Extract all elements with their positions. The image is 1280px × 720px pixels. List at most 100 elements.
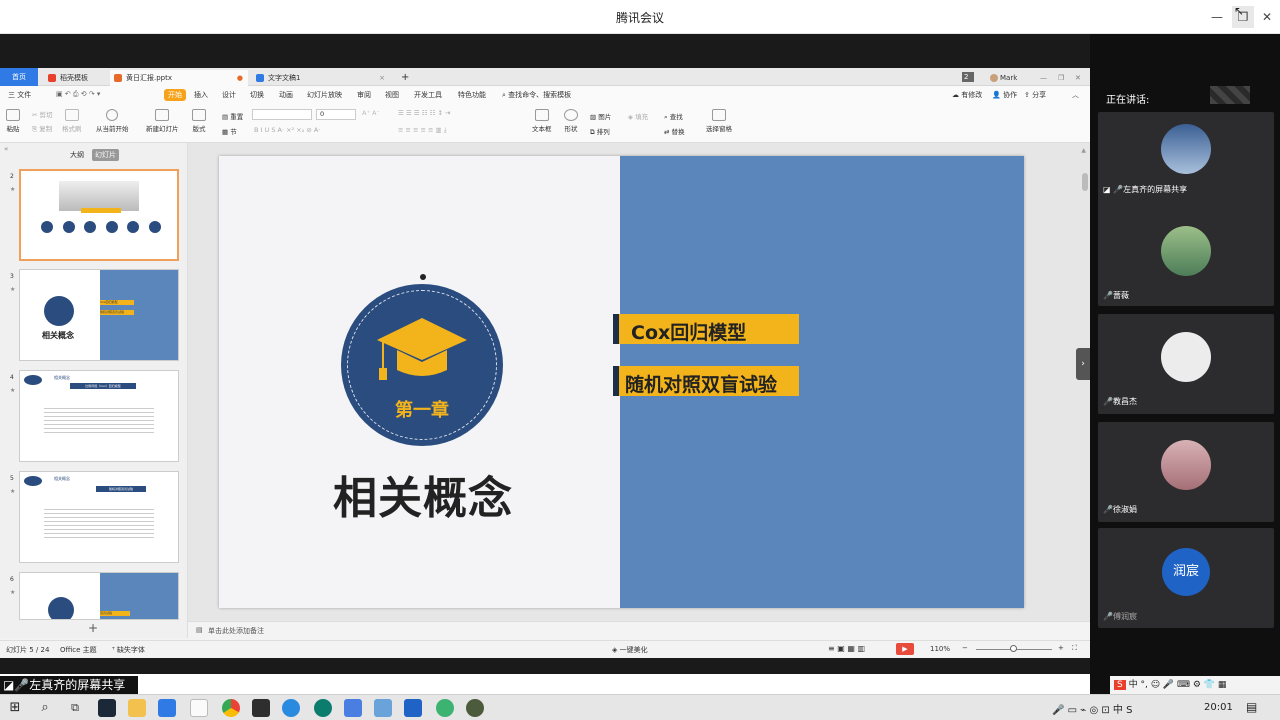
zoom-out-icon[interactable]: − <box>962 644 968 652</box>
fill-button[interactable]: ◈ 填充 <box>628 111 648 121</box>
zoom-level[interactable]: 110% <box>930 645 950 653</box>
slide-thumb-2[interactable] <box>19 169 179 261</box>
canvas-scrollbar[interactable] <box>1082 173 1088 191</box>
menu-slideshow[interactable]: 幻灯片放映 <box>307 90 342 100</box>
collapse-pane-icon[interactable]: « <box>4 145 8 153</box>
command-search[interactable]: ⌕ 查找命令、搜索模板 <box>502 90 571 100</box>
participant-tile[interactable]: ◪ 🎤左真齐的屏幕共享 <box>1098 112 1274 212</box>
slide-thumb-5[interactable]: 相关概念 随机对照双盲试验 <box>19 471 179 563</box>
zoom-in-icon[interactable]: + <box>1058 644 1064 652</box>
new-slide-button[interactable]: 新建幻灯片 <box>146 109 179 133</box>
find-button[interactable]: ⌕ 查找 <box>664 111 683 122</box>
play-slideshow-button[interactable]: ▶ <box>896 643 914 655</box>
align-icons[interactable]: ≡ ≡ ≡ ≡ ≡ ▥ ⤓ <box>398 126 447 135</box>
arrange-button[interactable]: ⧉ 排列 <box>590 126 610 137</box>
tab-doc[interactable]: 文字文稿1 × <box>252 70 390 86</box>
collab-button[interactable]: 👤 协作 <box>992 90 1017 100</box>
menu-features[interactable]: 特色功能 <box>458 90 486 100</box>
wps-close-icon[interactable]: ✕ <box>1075 70 1081 86</box>
file-icon[interactable] <box>190 699 208 717</box>
wechat-icon[interactable] <box>436 699 454 717</box>
shape-button[interactable]: 形状 <box>564 109 578 133</box>
current-slide[interactable]: 第一章 相关概念 Cox回归模型 随机对照双盲试验 <box>219 156 1024 608</box>
picture-button[interactable]: ▨ 图片 <box>590 111 611 121</box>
cut-button[interactable]: ✂ 剪切 <box>32 109 53 119</box>
wps-restore-icon[interactable]: ❐ <box>1058 70 1064 86</box>
select-pane-button[interactable]: 选择窗格 <box>706 109 732 133</box>
notes-bar[interactable]: ▤ 单击此处添加备注 <box>188 621 1090 640</box>
app-image-icon[interactable] <box>374 699 392 717</box>
participant-tile[interactable]: 🎤教昌杰 <box>1098 314 1274 414</box>
task-view-icon[interactable]: ⧉ <box>66 699 84 717</box>
mail-icon[interactable] <box>158 699 176 717</box>
edge-icon[interactable] <box>314 699 332 717</box>
paste-button[interactable]: 粘贴 <box>6 109 20 133</box>
format-painter-button[interactable]: 格式刷 <box>62 109 82 133</box>
menu-animation[interactable]: 动画 <box>279 90 293 100</box>
collapse-ribbon-icon[interactable]: ︿ <box>1072 90 1079 100</box>
changes-button[interactable]: ☁ 有修改 <box>952 90 982 100</box>
search-icon[interactable]: ⌕ <box>36 699 54 717</box>
tab-docer[interactable]: 稻壳模板 <box>44 70 106 86</box>
tray-icons[interactable]: 🎤 ▭ ⌁ ◎ ⊡ 中 S <box>1052 701 1132 716</box>
chrome-icon[interactable] <box>222 699 240 717</box>
slide-thumb-6[interactable]: 双盲试验 <box>19 572 179 620</box>
missing-font-button[interactable]: ᵀ 缺失字体 <box>112 645 145 655</box>
menu-view[interactable]: 视图 <box>385 90 399 100</box>
replace-button[interactable]: ⇄ 替换 <box>664 126 685 136</box>
tab-home[interactable]: 首页 <box>0 68 38 86</box>
rotate-handle[interactable] <box>420 274 426 280</box>
font-name-select[interactable] <box>252 109 312 120</box>
notification-icon[interactable]: ▤ <box>1246 700 1257 714</box>
next-slide-arrow-icon[interactable]: › <box>1076 348 1090 380</box>
slide-thumb-3[interactable]: 相关概念 Cox回归模型 随机对照双盲试验 <box>19 269 179 361</box>
menu-home[interactable]: 开始 <box>164 89 186 101</box>
ime-toolbar[interactable]: S 中 °, ☺ 🎤 ⌨ ⚙ 👕 ▦ <box>1110 676 1280 694</box>
tencent-meeting-icon[interactable] <box>404 699 422 717</box>
view-mode-icons[interactable]: ≡ ▣ ▦ ▥ <box>828 644 865 653</box>
slide-thumb-4[interactable]: 相关概念 比例风险（Cox）回归模型 <box>19 370 179 462</box>
scroll-up-icon[interactable]: ▲ <box>1081 147 1086 154</box>
tab-close-icon[interactable]: × <box>379 70 385 86</box>
paragraph-icons[interactable]: ☰ ☰ ☰ ☷ ☷ ↕ ⇥ <box>398 109 450 117</box>
quick-access-icons[interactable]: ▣ ↶ ⎙ ⟲ ↷ ▾ <box>56 90 100 99</box>
menu-transition[interactable]: 切换 <box>250 90 264 100</box>
close-icon[interactable]: ✕ <box>1256 6 1278 28</box>
folder-icon[interactable] <box>128 699 146 717</box>
tab-slides[interactable]: 幻灯片 <box>92 149 119 161</box>
zoom-slider-handle[interactable] <box>1010 645 1017 652</box>
copy-button[interactable]: ⎘ 复制 <box>32 123 52 134</box>
user-name[interactable]: Mark <box>986 70 1026 86</box>
participant-tile[interactable]: 🎤徐淑娟 <box>1098 422 1274 522</box>
beautify-button[interactable]: ◈ 一键美化 <box>612 645 648 655</box>
ie-icon[interactable] <box>282 699 300 717</box>
steam-icon[interactable] <box>98 699 116 717</box>
participant-tile[interactable]: 🎤蔷薇 <box>1098 206 1274 306</box>
menu-design[interactable]: 设计 <box>222 90 236 100</box>
textbox-button[interactable]: 文本框 <box>532 109 552 133</box>
app-blue-icon[interactable] <box>344 699 362 717</box>
app-g-icon[interactable] <box>252 699 270 717</box>
menu-insert[interactable]: 插入 <box>194 90 208 100</box>
layout-button[interactable]: 版式 <box>192 109 206 133</box>
font-size-select[interactable]: 0 <box>316 109 356 120</box>
tab-pptx[interactable]: 黄日汇报.pptx ● <box>110 70 248 86</box>
new-tab-icon[interactable]: + <box>398 70 412 86</box>
menu-developer[interactable]: 开发工具 <box>414 90 442 100</box>
participant-tile[interactable]: 润宸 🎤傅润宸 <box>1098 528 1274 628</box>
menu-review[interactable]: 审阅 <box>357 90 371 100</box>
app-green-icon[interactable] <box>466 699 484 717</box>
reset-button[interactable]: ▤ 重置 <box>222 111 243 121</box>
play-from-current-button[interactable]: 从当前开始 <box>96 109 129 133</box>
minimize-icon[interactable]: — <box>1206 6 1228 28</box>
start-icon[interactable]: ⊞ <box>6 699 24 717</box>
tab-outline[interactable]: 大纲 <box>70 150 84 160</box>
share-button[interactable]: ⇪ 分享 <box>1024 90 1046 100</box>
section-button[interactable]: ▦ 节 <box>222 126 237 136</box>
theme-name[interactable]: Office 主题 <box>60 645 97 655</box>
fit-window-icon[interactable]: ⛶ <box>1072 644 1077 653</box>
add-slide-icon[interactable]: + <box>88 621 98 635</box>
font-grow-icon[interactable]: A⁺ A⁻ <box>362 109 380 117</box>
wps-minimize-icon[interactable]: — <box>1040 70 1047 86</box>
menu-file[interactable]: 三 文件 <box>8 90 31 100</box>
